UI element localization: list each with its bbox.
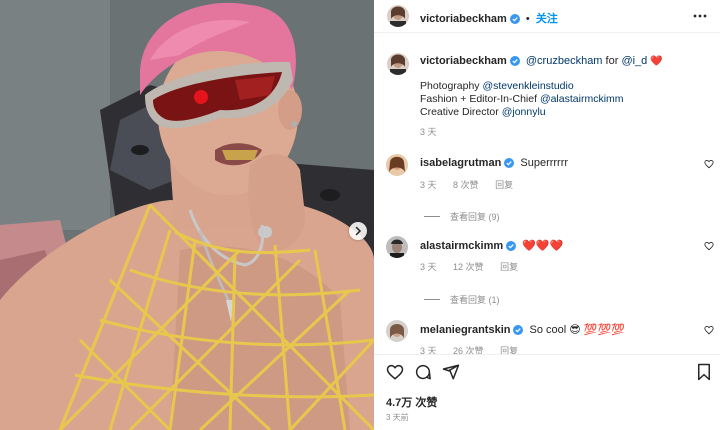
view-replies-label: 查看回复 (1): [450, 295, 500, 305]
commenter-avatar[interactable]: [386, 320, 408, 342]
next-image-button[interactable]: [349, 222, 367, 240]
comment-like-count[interactable]: 12 次赞: [453, 262, 484, 272]
view-replies-button[interactable]: 查看回复 (1): [424, 293, 500, 306]
commenter-username[interactable]: melaniegrantskin: [420, 324, 510, 336]
verified-badge-icon: [509, 14, 520, 24]
caption-text: Photography: [420, 80, 483, 92]
mention-link[interactable]: @jonnylu: [502, 106, 546, 118]
comment-heart-icon[interactable]: [704, 325, 714, 335]
chevron-right-icon: [355, 226, 362, 236]
author-username[interactable]: victoriabeckham: [420, 13, 507, 25]
mention-link[interactable]: @i_d: [621, 55, 647, 67]
mention-link[interactable]: @alastairmckimm: [540, 93, 624, 105]
comment-text: ❤️❤️❤️: [522, 240, 564, 252]
commenter-username[interactable]: isabelagrutman: [420, 157, 501, 169]
caption-author-username[interactable]: victoriabeckham: [420, 55, 507, 67]
bookmark-icon[interactable]: [696, 363, 712, 381]
share-icon[interactable]: [442, 363, 460, 381]
separator-dot: •: [525, 13, 530, 25]
red-heart-emoji: ❤️: [650, 56, 663, 67]
commenter-avatar[interactable]: [386, 236, 408, 258]
commenter-username[interactable]: alastairmckimm: [420, 240, 503, 252]
comment-text: So cool 😎 💯💯💯: [529, 324, 625, 336]
commenter-avatar[interactable]: [386, 154, 408, 176]
comment-icon[interactable]: [414, 363, 432, 381]
post-photo[interactable]: [0, 0, 374, 430]
mention-link[interactable]: @stevenkleinstudio: [482, 80, 573, 92]
reply-button[interactable]: 回复: [500, 262, 518, 272]
caption-text: Creative Director: [420, 106, 502, 118]
replies-divider: [424, 216, 440, 217]
post-timestamp[interactable]: 3 天前: [386, 412, 409, 423]
caption-author-avatar[interactable]: [387, 53, 409, 75]
comment-heart-icon[interactable]: [704, 159, 714, 169]
post-image: [0, 0, 374, 430]
author-avatar[interactable]: [387, 5, 409, 27]
post-like-count[interactable]: 4.7万 次赞: [386, 394, 437, 410]
verified-badge-icon: [509, 56, 520, 66]
view-replies-button[interactable]: 查看回复 (9): [424, 210, 500, 223]
post-panel: victoriabeckham • 关注 victoriabeckham @cr…: [374, 0, 720, 430]
heart-icon[interactable]: [386, 363, 404, 381]
replies-divider: [424, 299, 440, 300]
comment-timestamp[interactable]: 3 天: [420, 262, 437, 272]
caption-timestamp[interactable]: 3 天: [420, 125, 437, 138]
post-header: victoriabeckham • 关注: [374, 0, 720, 33]
more-options-icon[interactable]: [692, 8, 708, 27]
post-action-bar: 4.7万 次赞 3 天前: [374, 354, 720, 430]
caption-credit-line: Fashion + Editor-In-Chief @alastairmckim…: [420, 93, 624, 105]
comment-item: isabelagrutman Superrrrrr 3 天 8 次赞 回复: [374, 154, 720, 214]
caption-text: for: [602, 55, 622, 67]
comment-heart-icon[interactable]: [704, 241, 714, 251]
caption-text: Fashion + Editor-In-Chief: [420, 93, 540, 105]
comment-item: alastairmckimm ❤️❤️❤️ 3 天 12 次赞 回复: [374, 236, 720, 296]
reply-button[interactable]: 回复: [495, 180, 513, 190]
comment-text: Superrrrrr: [520, 157, 569, 169]
follow-button[interactable]: 关注: [536, 13, 558, 25]
caption-credit-line: Photography @stevenkleinstudio: [420, 80, 574, 92]
verified-badge-icon: [506, 241, 517, 251]
comment-timestamp[interactable]: 3 天: [420, 180, 437, 190]
comment-item: melaniegrantskin So cool 😎 💯💯💯 3 天 26 次赞…: [374, 320, 720, 356]
caption-credit-line: Creative Director @jonnylu: [420, 106, 546, 118]
view-replies-label: 查看回复 (9): [450, 212, 500, 222]
mention-link[interactable]: @cruzbeckham: [526, 55, 603, 67]
verified-badge-icon: [504, 158, 515, 168]
comment-like-count[interactable]: 8 次赞: [453, 180, 479, 190]
verified-badge-icon: [513, 325, 524, 335]
